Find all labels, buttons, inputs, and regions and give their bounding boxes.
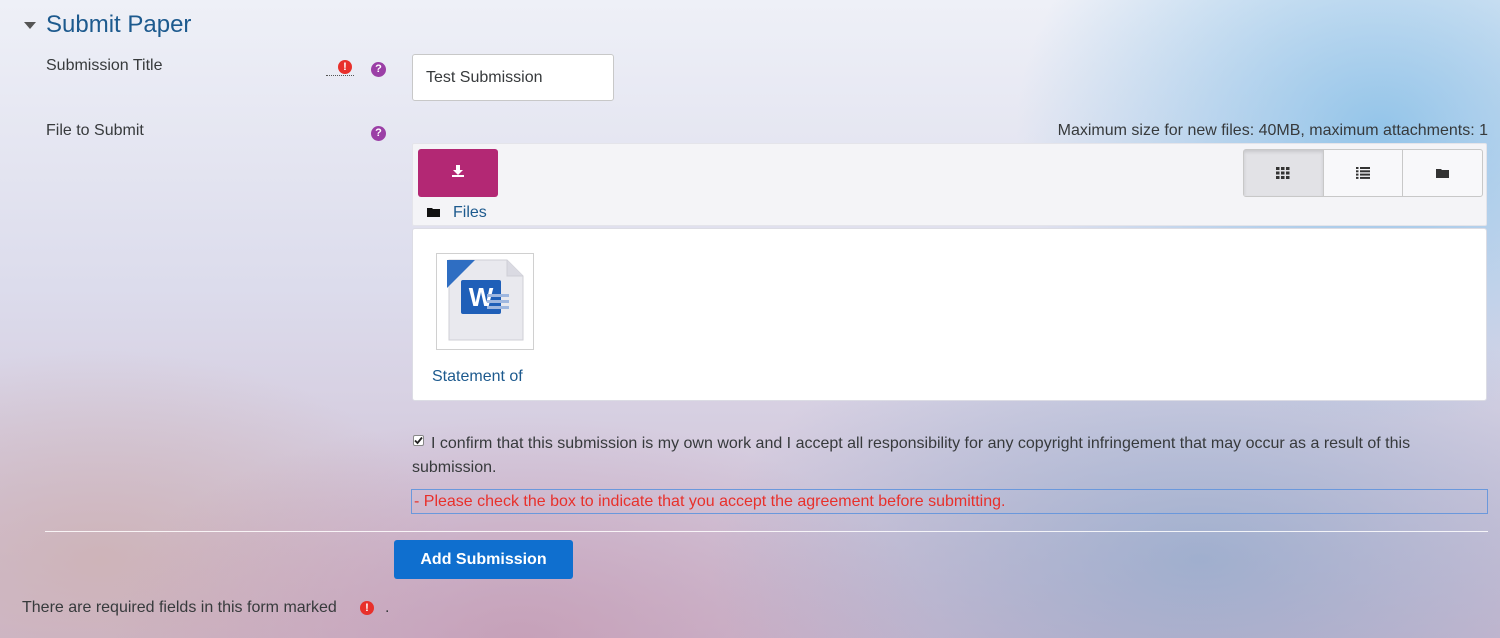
file-name-link[interactable]: Statement of: [432, 368, 523, 386]
upload-file-button[interactable]: [418, 149, 498, 197]
files-breadcrumb-link[interactable]: Files: [453, 204, 487, 222]
section-title[interactable]: Submit Paper: [46, 11, 191, 39]
list-view-button[interactable]: [1324, 150, 1404, 196]
folder-icon: [1436, 169, 1450, 178]
download-icon: [452, 165, 464, 177]
add-submission-button[interactable]: Add Submission: [394, 540, 573, 579]
footer-period: .: [385, 599, 390, 616]
required-fields-note: There are required fields in this form m…: [22, 599, 337, 617]
submission-title-input[interactable]: [412, 54, 614, 101]
file-to-submit-help-icon[interactable]: ?: [371, 126, 386, 141]
required-exclamation-icon: !: [360, 601, 374, 615]
icon-view-button[interactable]: [1244, 150, 1324, 196]
required-underline: [326, 75, 354, 76]
submission-title-help-icon[interactable]: ?: [371, 62, 386, 77]
grid-icon: [1276, 167, 1290, 179]
form-divider: [45, 531, 1488, 532]
file-to-submit-label: File to Submit: [46, 122, 144, 139]
file-thumbnail[interactable]: W: [436, 253, 534, 350]
required-fields-text: There are required fields in this form m…: [22, 599, 337, 616]
required-exclamation-icon: !: [338, 60, 352, 74]
tree-view-button[interactable]: [1403, 150, 1482, 196]
agreement-error-message: - Please check the box to indicate that …: [411, 489, 1488, 514]
max-size-note: Maximum size for new files: 40MB, maximu…: [1057, 122, 1488, 139]
view-switcher: [1243, 149, 1483, 197]
submission-title-label: Submission Title: [46, 57, 163, 74]
word-document-icon: W: [447, 259, 524, 341]
filepicker-content-area: [412, 228, 1487, 401]
section-collapse-caret-icon[interactable]: [24, 22, 36, 29]
folder-icon: [427, 208, 440, 217]
agreement-text: I confirm that this submission is my own…: [412, 435, 1411, 476]
list-icon: [1356, 167, 1370, 179]
